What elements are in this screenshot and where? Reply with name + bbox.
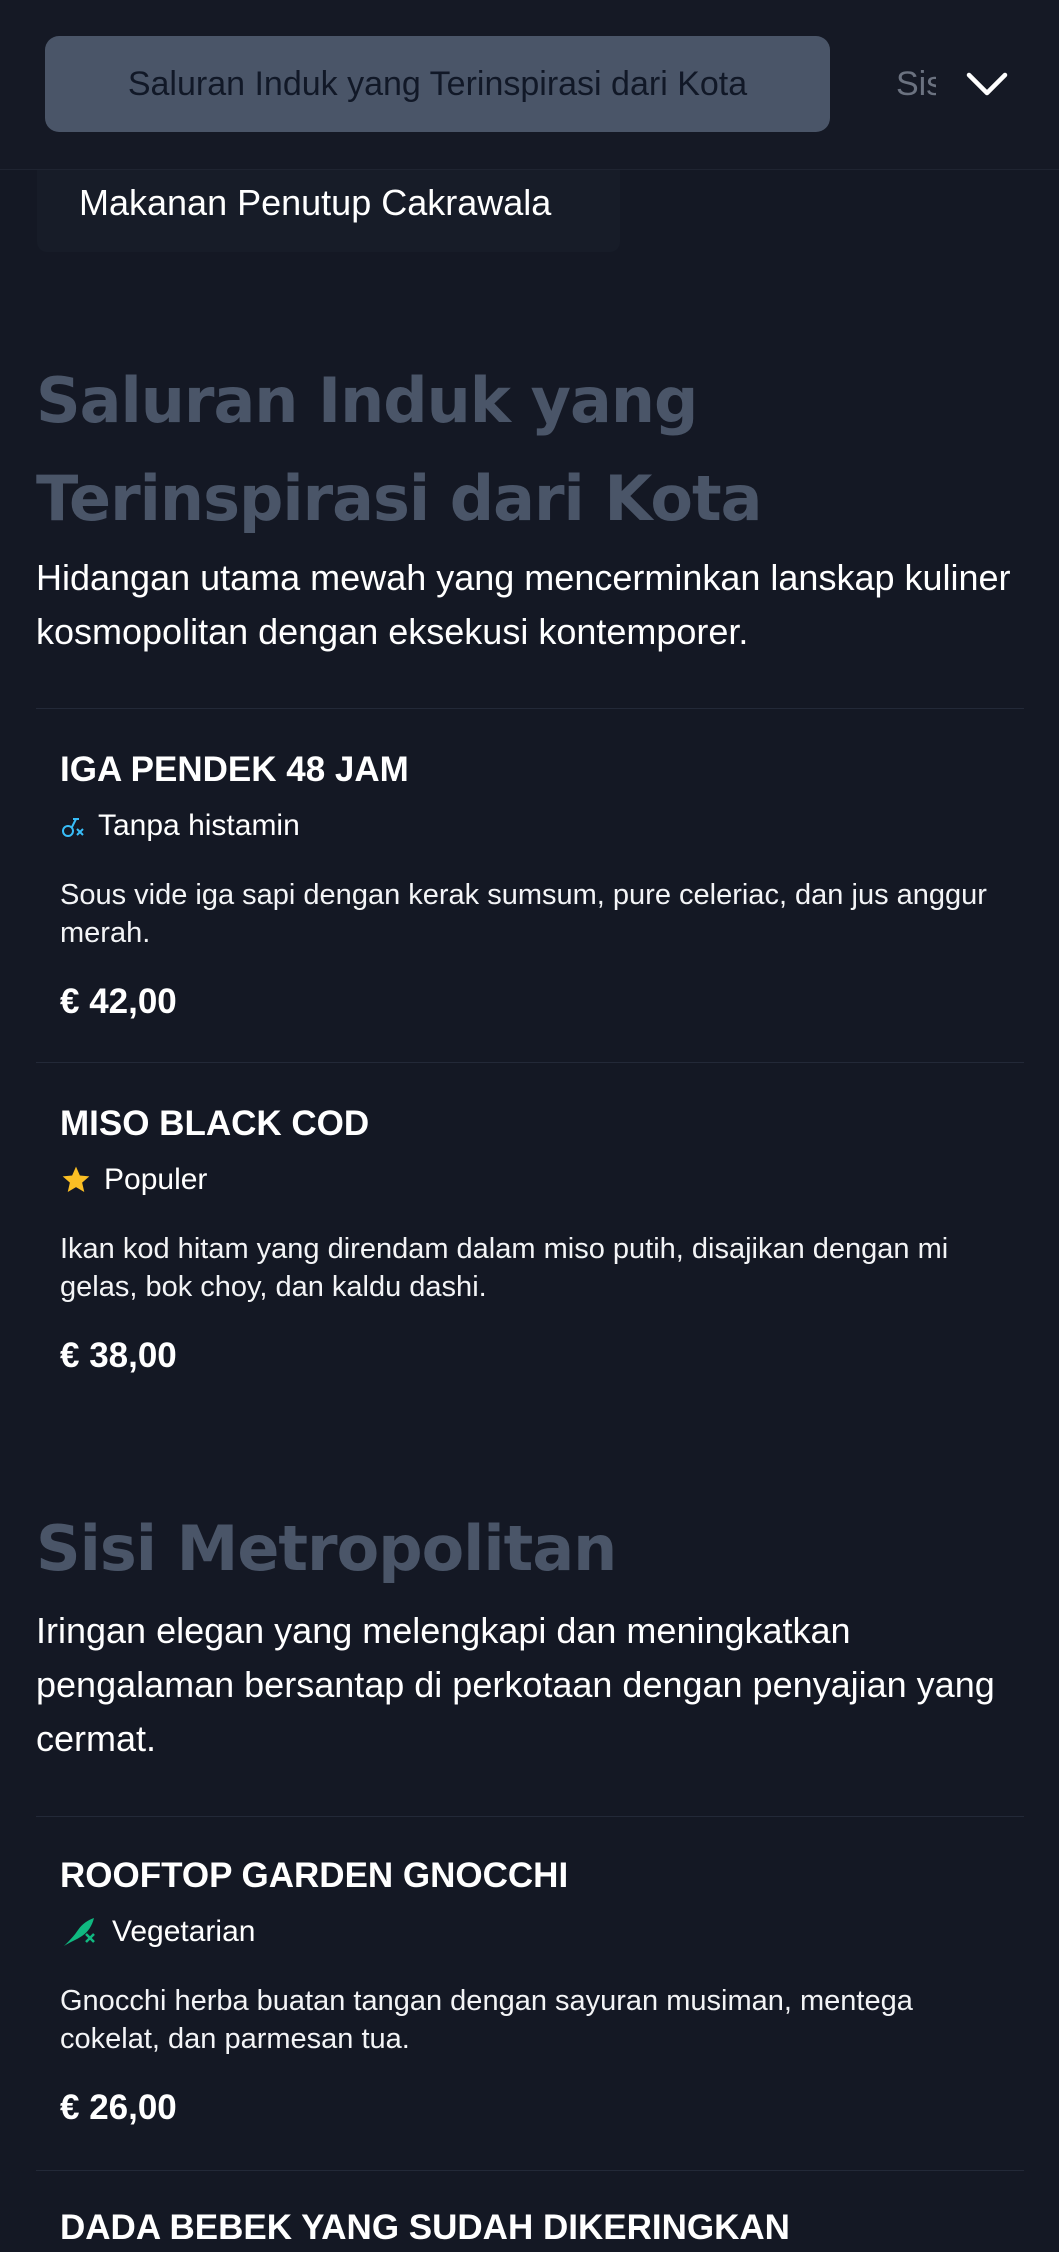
tab-label: Saluran Induk yang Terinspirasi dari Kot… bbox=[127, 64, 748, 103]
menu-item-name: MISO BLACK COD bbox=[60, 1104, 370, 1143]
category-nav-bar: Saluran Induk yang Terinspirasi dari Kot… bbox=[0, 0, 1059, 170]
menu-item-description: Sous vide iga sapi dengan kerak sumsum, … bbox=[60, 879, 987, 949]
divider bbox=[36, 2170, 1024, 2171]
menu-item[interactable]: MISO BLACK COD Populer Ikan kod hitam ya… bbox=[60, 1100, 1010, 1380]
tab-active-category[interactable]: Saluran Induk yang Terinspirasi dari Kot… bbox=[45, 36, 830, 132]
menu-item-tag-label: Vegetarian bbox=[112, 1915, 256, 1948]
previous-section-label: Makanan Penutup Cakrawala bbox=[79, 182, 552, 223]
divider bbox=[36, 1062, 1024, 1063]
menu-item[interactable]: DADA BEBEK YANG SUDAH DIKERINGKAN bbox=[60, 2204, 1010, 2252]
menu-item-tag: Vegetarian bbox=[60, 1912, 1010, 1952]
section-description: Hidangan utama mewah yang mencerminkan l… bbox=[36, 557, 1011, 652]
menu-item-tag-label: Tanpa histamin bbox=[98, 809, 300, 842]
menu-item-tag: Tanpa histamin bbox=[60, 806, 1010, 846]
menu-item-price: € 26,00 bbox=[60, 2088, 177, 2127]
tab-label: Sisi Metropolitan bbox=[896, 64, 936, 103]
menu-item[interactable]: IGA PENDEK 48 JAM Tanpa histamin Sous vi… bbox=[60, 746, 1010, 1026]
menu-item-name: IGA PENDEK 48 JAM bbox=[60, 750, 409, 789]
section-title: Saluran Induk yang Terinspirasi dari Kot… bbox=[36, 364, 762, 535]
menu-item-tag: Populer bbox=[60, 1160, 1010, 1200]
menu-item-name: DADA BEBEK YANG SUDAH DIKERINGKAN bbox=[60, 2208, 790, 2247]
menu-item-description: Ikan kod hitam yang direndam dalam miso … bbox=[60, 1233, 949, 1303]
section-description: Iringan elegan yang melengkapi dan menin… bbox=[36, 1610, 995, 1759]
vegetarian-icon bbox=[60, 1914, 100, 1950]
menu-item-name: ROOFTOP GARDEN GNOCCHI bbox=[60, 1856, 569, 1895]
divider bbox=[36, 708, 1024, 709]
menu-item[interactable]: ROOFTOP GARDEN GNOCCHI Vegetarian Gnocch… bbox=[60, 1852, 1010, 2132]
tab-next-category[interactable]: Sisi Metropolitan bbox=[896, 36, 936, 132]
menu-item-price: € 42,00 bbox=[60, 982, 177, 1021]
chevron-down-icon bbox=[966, 72, 1008, 96]
star-icon bbox=[60, 1164, 92, 1196]
section-title: Sisi Metropolitan bbox=[36, 1512, 617, 1585]
histamine-free-icon bbox=[60, 813, 86, 839]
menu-item-price: € 38,00 bbox=[60, 1336, 177, 1375]
menu-item-tag-label: Populer bbox=[104, 1163, 208, 1196]
divider bbox=[36, 1816, 1024, 1817]
menu-item-description: Gnocchi herba buatan tangan dengan sayur… bbox=[60, 1985, 913, 2055]
expand-categories-button[interactable] bbox=[950, 48, 1024, 122]
